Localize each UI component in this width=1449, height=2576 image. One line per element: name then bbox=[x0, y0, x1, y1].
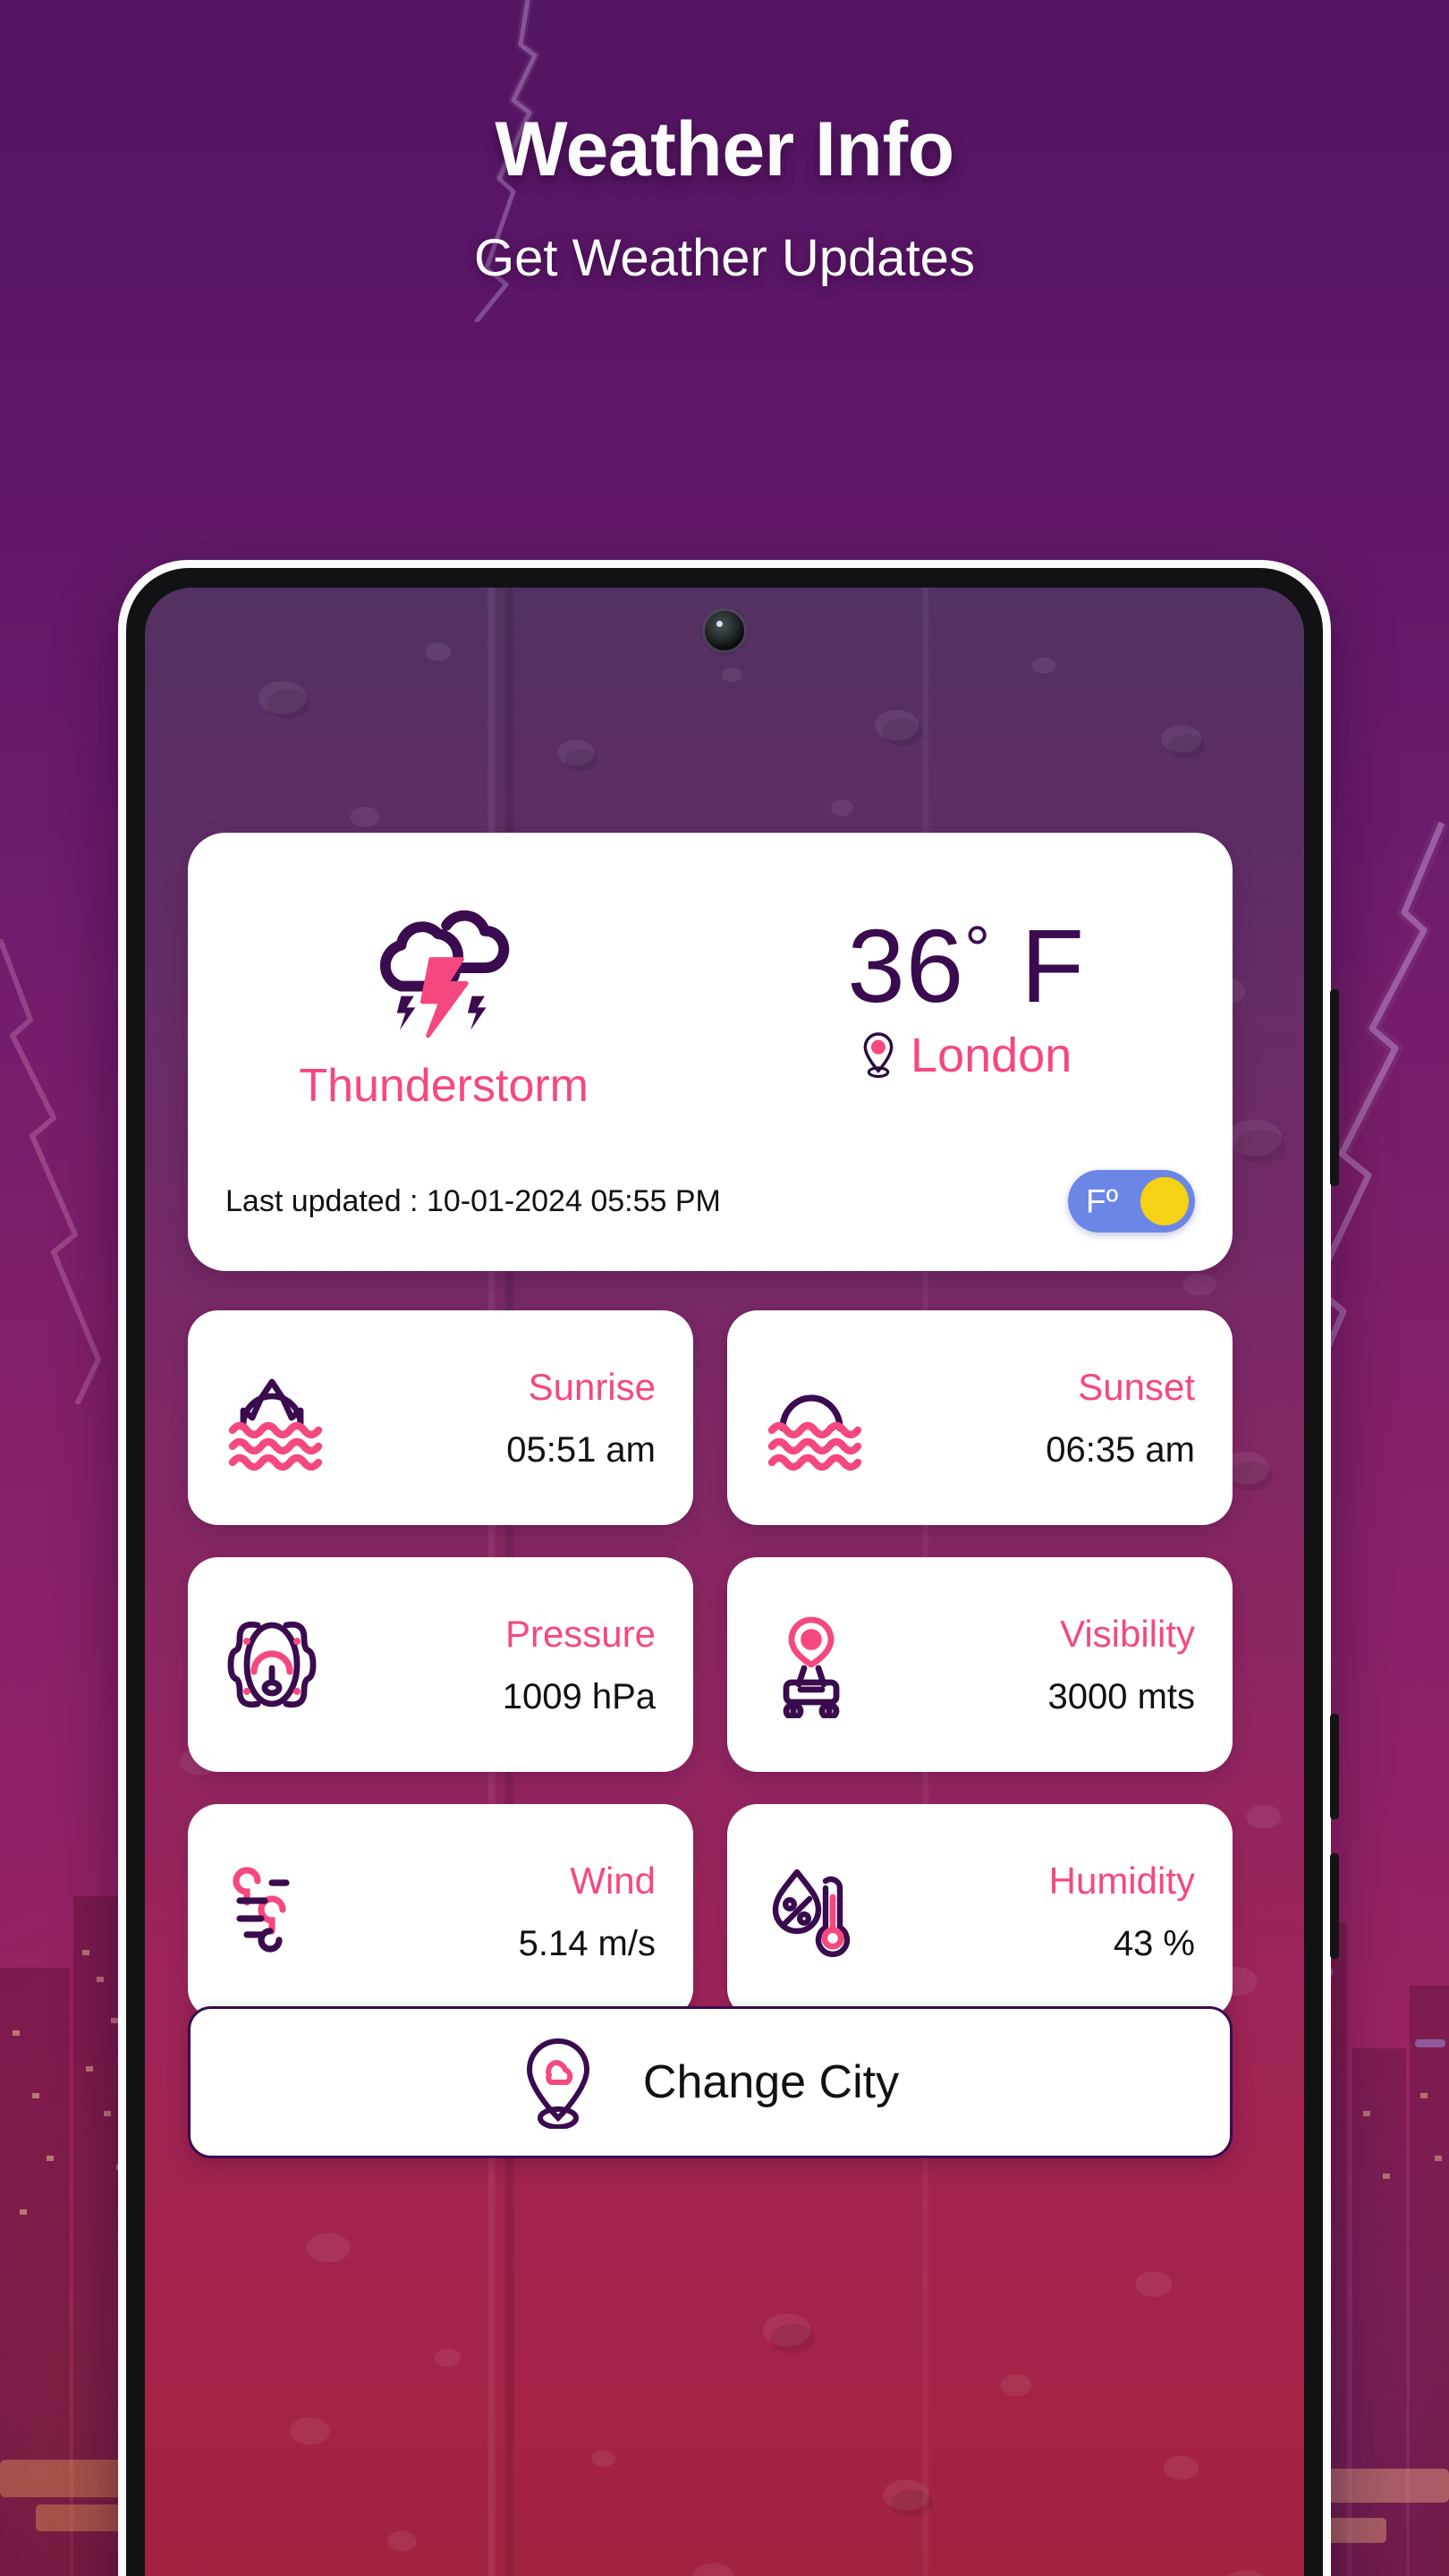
temperature-value: 36 bbox=[847, 907, 965, 1024]
stat-text-sunset: Sunset 06:35 am bbox=[865, 1366, 1202, 1470]
change-city-label: Change City bbox=[642, 2056, 900, 2108]
current-weather-card: Thunderstorm 36° F London Last updated:… bbox=[188, 833, 1233, 1271]
stat-card-wind[interactable]: Wind 5.14 m/s bbox=[188, 1804, 693, 2019]
promo-header: Weather Info Get Weather Updates bbox=[0, 0, 1449, 288]
temperature-unit: F bbox=[1021, 907, 1086, 1024]
stat-card-sunset[interactable]: Sunset 06:35 am bbox=[727, 1310, 1233, 1525]
stat-text-sunrise: Sunrise 05:51 am bbox=[326, 1366, 663, 1470]
current-weather-card-top: Thunderstorm 36° F London bbox=[188, 833, 1233, 1155]
page-subtitle: Get Weather Updates bbox=[474, 229, 975, 287]
sunrise-over-water-icon bbox=[228, 1378, 323, 1471]
temperature-unit-toggle-label: Fº bbox=[1086, 1182, 1119, 1220]
power-button[interactable] bbox=[1330, 1853, 1339, 1959]
phone-screen: Thunderstorm 36° F London Last updated:… bbox=[145, 588, 1304, 2576]
stat-label: Pressure bbox=[504, 1612, 656, 1655]
volume-up-button[interactable] bbox=[1330, 989, 1339, 1186]
stat-label: Sunset bbox=[1078, 1365, 1195, 1408]
barometer-pressure-gauge-icon bbox=[227, 1621, 317, 1708]
stat-card-humidity[interactable]: Humidity 43 % bbox=[727, 1804, 1233, 2019]
weather-stats-grid: Sunrise 05:51 am Sunset 06:35 am Pressur… bbox=[188, 1310, 1233, 2019]
stat-label: Sunrise bbox=[528, 1365, 656, 1408]
temperature-unit-toggle[interactable]: Fº bbox=[1068, 1170, 1195, 1233]
sunset-over-water-icon bbox=[767, 1394, 862, 1471]
stat-text-humidity: Humidity 43 % bbox=[865, 1860, 1202, 1963]
stat-card-pressure[interactable]: Pressure 1009 hPa bbox=[188, 1557, 693, 1772]
temperature-block: 36° F London bbox=[699, 833, 1233, 1155]
stat-text-visibility: Visibility 3000 mts bbox=[865, 1613, 1202, 1716]
phone-bezel: Thunderstorm 36° F London Last updated:… bbox=[126, 568, 1323, 2576]
stat-value: 3000 mts bbox=[1047, 1677, 1195, 1717]
weather-condition-block: Thunderstorm bbox=[188, 833, 699, 1155]
eye-visibility-car-icon bbox=[783, 1616, 840, 1718]
stat-label: Humidity bbox=[1048, 1859, 1195, 1902]
location-pin-cloud-icon bbox=[526, 2038, 589, 2129]
current-weather-card-bottom: Last updated : 10-01-2024 05:55 PM Fº bbox=[188, 1155, 1233, 1271]
change-city-button[interactable]: Change City bbox=[188, 2006, 1233, 2158]
stat-text-pressure: Pressure 1009 hPa bbox=[326, 1613, 663, 1716]
weather-condition-label: Thunderstorm bbox=[299, 1060, 589, 1112]
wind-blowing-icon bbox=[233, 1867, 290, 1953]
stat-label: Wind bbox=[570, 1859, 656, 1902]
city-row: London bbox=[860, 1028, 1072, 1083]
last-updated-label: Last updated : 10-01-2024 05:55 PM bbox=[225, 1183, 721, 1218]
degree-symbol: ° bbox=[964, 913, 992, 986]
stat-value: 1009 hPa bbox=[502, 1677, 656, 1717]
stat-card-sunrise[interactable]: Sunrise 05:51 am bbox=[188, 1310, 693, 1525]
weather-app-content: Thunderstorm 36° F London Last updated:… bbox=[145, 588, 1304, 2576]
thunderstorm-cloud-lightning-icon bbox=[380, 910, 510, 1038]
promo-screenshot-canvas: Weather Info Get Weather Updates Thunder… bbox=[0, 0, 1449, 2576]
stat-text-wind: Wind 5.14 m/s bbox=[326, 1860, 663, 1963]
stat-value: 05:51 am bbox=[506, 1430, 656, 1470]
temperature-reading: 36° F bbox=[847, 913, 1085, 1019]
map-pin-icon bbox=[863, 1032, 894, 1079]
city-name-label: London bbox=[911, 1029, 1072, 1083]
volume-down-button[interactable] bbox=[1330, 1714, 1339, 1819]
stat-value: 43 % bbox=[1113, 1924, 1195, 1964]
humidity-droplet-thermometer-icon bbox=[772, 1868, 851, 1958]
page-title: Weather Info bbox=[495, 106, 954, 192]
sun-knob-icon[interactable] bbox=[1140, 1177, 1189, 1225]
stat-value: 5.14 m/s bbox=[518, 1924, 656, 1964]
stat-label: Visibility bbox=[1060, 1612, 1195, 1655]
stat-card-visibility[interactable]: Visibility 3000 mts bbox=[727, 1557, 1233, 1772]
stat-value: 06:35 am bbox=[1046, 1430, 1195, 1470]
phone-mockup: Thunderstorm 36° F London Last updated:… bbox=[118, 560, 1339, 2576]
